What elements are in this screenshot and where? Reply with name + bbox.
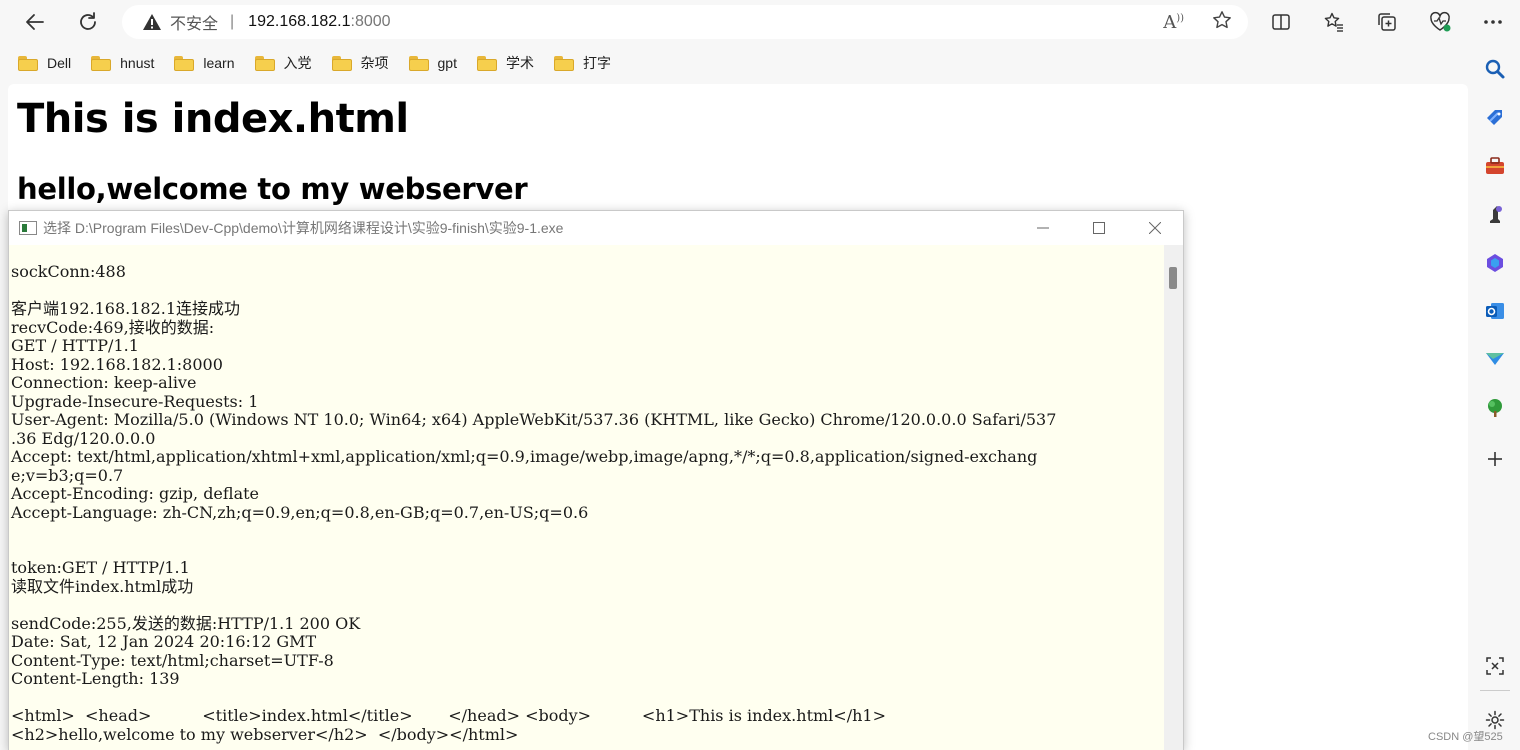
console-scrollbar[interactable] [1164, 245, 1183, 750]
console-line: <html> <head> <title>index.html</title> … [11, 706, 886, 725]
console-title: 选择 D:\Program Files\Dev-Cpp\demo\计算机网络课程… [43, 220, 564, 236]
bookmark-label: learn [203, 55, 235, 71]
split-screen-icon[interactable] [1264, 5, 1298, 39]
folder-icon [254, 55, 275, 71]
bookmark-folder[interactable]: hnust [91, 55, 154, 71]
bookmark-label: Dell [47, 55, 72, 71]
console-window: 选择 D:\Program Files\Dev-Cpp\demo\计算机网络课程… [8, 210, 1184, 750]
warning-icon[interactable] [142, 12, 162, 32]
address-host: 192.168.182.1 [248, 13, 351, 30]
scrollbar-thumb[interactable] [1169, 267, 1177, 289]
favorites-icon[interactable] [1317, 5, 1351, 39]
console-line: Connection: keep-alive [11, 373, 197, 392]
add-icon[interactable] [1483, 447, 1507, 471]
browser-toolbar: 不安全 | 192.168.182.1:8000 A)) [0, 0, 1520, 44]
bookmark-label: gpt [437, 55, 457, 71]
console-line: sendCode:255,发送的数据:HTTP/1.1 200 OK [11, 613, 361, 633]
copilot-icon[interactable] [1483, 251, 1507, 275]
sidebar-divider [1480, 690, 1510, 691]
console-text: sockConn:488 客户端192.168.182.1连接成功 recvCod… [11, 262, 1057, 744]
folder-icon [476, 55, 497, 71]
tree-icon[interactable] [1483, 396, 1507, 420]
address-separator: | [230, 13, 235, 30]
console-app-icon [19, 221, 37, 235]
folder-icon [174, 55, 195, 71]
console-output[interactable]: sockConn:488 客户端192.168.182.1连接成功 recvCod… [9, 245, 1164, 750]
chess-icon[interactable] [1483, 202, 1507, 226]
minimize-button[interactable] [1015, 211, 1071, 245]
console-line: .36 Edg/120.0.0.0 [11, 428, 156, 448]
console-line: Host: 192.168.182.1:8000 [11, 354, 223, 374]
page-heading-h1: This is index.html [17, 96, 409, 142]
collections-icon[interactable] [1370, 5, 1404, 39]
maximize-button[interactable] [1071, 211, 1127, 245]
toolbox-icon[interactable] [1483, 154, 1507, 178]
close-button[interactable] [1127, 211, 1183, 245]
bookmark-folder[interactable]: 入党 [254, 53, 312, 73]
console-line: 读取文件index.html成功 [11, 576, 194, 596]
outlook-icon[interactable] [1483, 299, 1507, 323]
console-line: Accept-Language: zh-CN,zh;q=0.9,en;q=0.8… [11, 502, 589, 522]
folder-icon [408, 55, 429, 71]
screenshot-icon[interactable] [1483, 654, 1507, 678]
more-options-icon[interactable] [1476, 5, 1510, 39]
bookmark-folder[interactable]: learn [174, 55, 235, 71]
bookmark-label: 打字 [582, 55, 611, 71]
console-line: Upgrade-Insecure-Requests: 1 [11, 391, 259, 411]
console-line: recvCode:469,接收的数据: [11, 317, 215, 337]
insecure-label[interactable]: 不安全 [170, 10, 218, 34]
browser-sidebar [1470, 44, 1520, 750]
console-line: 客户端192.168.182.1连接成功 [11, 299, 241, 318]
folder-icon [331, 55, 352, 71]
bookmark-folder[interactable]: 打字 [553, 53, 611, 73]
bookmarks-bar: Dell hnust learn 入党 杂项 gpt 学术 打字 [0, 46, 1470, 80]
shopping-tag-icon[interactable] [1483, 106, 1507, 130]
console-title-bar[interactable]: 选择 D:\Program Files\Dev-Cpp\demo\计算机网络课程… [9, 211, 1183, 245]
bookmark-label: 入党 [283, 55, 312, 71]
send-icon[interactable] [1483, 347, 1507, 371]
console-line: Accept-Encoding: gzip, deflate [11, 484, 260, 503]
console-line: token:GET / HTTP/1.1 [11, 558, 190, 577]
console-line: <h2>hello,welcome to my webserver</h2> <… [11, 724, 519, 744]
bookmark-folder[interactable]: 学术 [476, 53, 534, 73]
bookmark-label: 杂项 [360, 55, 389, 71]
browser-essentials-icon[interactable] [1423, 5, 1457, 39]
favorite-star-icon[interactable] [1212, 10, 1232, 35]
console-line: Content-Length: 139 [11, 669, 180, 688]
folder-icon [553, 55, 574, 71]
bookmark-folder[interactable]: gpt [408, 55, 457, 71]
console-line: GET / HTTP/1.1 [11, 336, 139, 355]
console-line: e;v=b3;q=0.7 [11, 465, 124, 485]
address-port: :8000 [350, 13, 391, 30]
console-line: sockConn:488 [11, 262, 126, 281]
address-bar[interactable]: 不安全 | 192.168.182.1:8000 A)) [122, 5, 1248, 39]
watermark: CSDN @望525 [1428, 731, 1503, 743]
folder-icon [91, 55, 112, 71]
console-line: Date: Sat, 12 Jan 2024 20:16:12 GMT [11, 632, 317, 651]
bookmark-folder[interactable]: Dell [18, 55, 71, 71]
bookmark-folder[interactable]: 杂项 [331, 53, 389, 73]
folder-icon [18, 55, 38, 71]
read-aloud-icon[interactable]: A)) [1163, 12, 1184, 33]
search-icon[interactable] [1483, 57, 1507, 81]
refresh-icon[interactable] [71, 5, 105, 39]
bookmark-label: 学术 [505, 55, 534, 71]
bookmark-label: hnust [120, 55, 155, 71]
console-line: Accept: text/html,application/xhtml+xml,… [11, 447, 1038, 466]
console-line: Content-Type: text/html;charset=UTF-8 [11, 650, 334, 670]
page-heading-h2: hello,welcome to my webserver [17, 172, 528, 206]
back-icon[interactable] [18, 5, 52, 39]
console-line: User-Agent: Mozilla/5.0 (Windows NT 10.0… [11, 410, 1057, 429]
